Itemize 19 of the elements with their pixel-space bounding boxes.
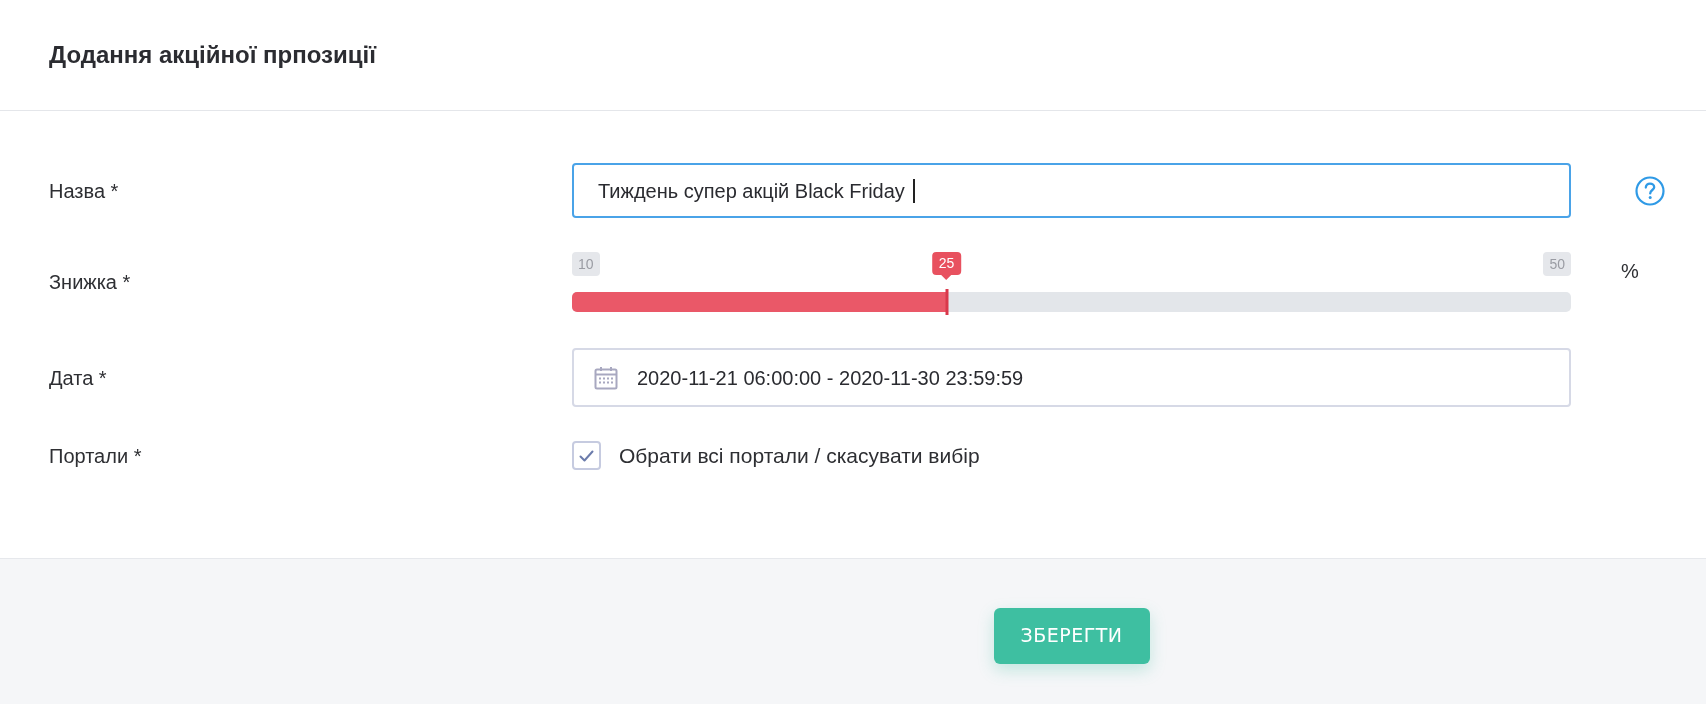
slider-value-tooltip: 25 bbox=[931, 252, 962, 280]
slider-max-label: 50 bbox=[1543, 252, 1571, 276]
page-title: Додання акційної прпозиції bbox=[49, 43, 376, 67]
checkbox[interactable] bbox=[572, 441, 601, 471]
date-range-field[interactable]: 2020-11-21 06:00:00 - 2020-11-30 23:59:59 bbox=[572, 348, 1571, 407]
text-cursor-icon bbox=[912, 178, 915, 203]
checkbox-label[interactable]: Обрати всі портали / скасувати вибір bbox=[619, 440, 980, 472]
field-label: Дата * bbox=[49, 366, 107, 389]
slider-handle[interactable] bbox=[945, 289, 949, 315]
field-label: Назва * bbox=[49, 179, 119, 202]
slider-min-label: 10 bbox=[572, 252, 600, 276]
help-icon[interactable] bbox=[1635, 175, 1665, 206]
calendar-icon bbox=[594, 365, 618, 390]
field-label: Знижка * bbox=[49, 271, 131, 293]
slider-track[interactable] bbox=[572, 292, 1571, 312]
text-input[interactable]: Тиждень супер акцій Black Friday bbox=[572, 163, 1571, 218]
field-label: Портали * bbox=[49, 444, 142, 467]
unit-label: % bbox=[1621, 259, 1639, 284]
checkmark-icon bbox=[579, 449, 594, 462]
